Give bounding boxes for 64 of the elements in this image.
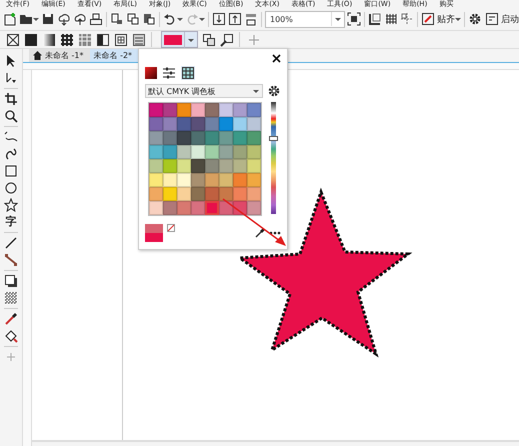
print-icon[interactable] xyxy=(89,12,103,26)
crop-tool-icon[interactable] xyxy=(4,92,18,106)
grid-icon[interactable] xyxy=(384,12,398,26)
save-icon[interactable] xyxy=(41,12,55,26)
fill-color-picker[interactable] xyxy=(161,31,198,48)
document-tab[interactable]: 未命名 -2* xyxy=(90,49,138,62)
sliders-icon[interactable] xyxy=(163,67,175,79)
copy-icon[interactable] xyxy=(110,12,124,26)
undo-icon[interactable] xyxy=(163,12,177,26)
shape-tool-icon[interactable] xyxy=(4,71,18,85)
home-icon xyxy=(33,51,42,60)
copy-fill-icon[interactable] xyxy=(202,32,216,46)
uniform-fill-icon[interactable] xyxy=(24,32,38,46)
rectangle-tool-icon[interactable] xyxy=(4,164,18,178)
snap-icon[interactable] xyxy=(421,12,435,26)
zoom-tool-icon[interactable] xyxy=(4,109,18,123)
snap-label[interactable]: 贴齐 xyxy=(437,12,455,26)
two-color-fill-icon[interactable] xyxy=(96,32,110,46)
folder-icon[interactable] xyxy=(19,12,33,26)
gradient-fill-icon[interactable] xyxy=(42,32,56,46)
transparency-tool-icon[interactable] xyxy=(4,291,18,305)
paste-icon[interactable] xyxy=(142,12,156,26)
close-icon[interactable] xyxy=(272,54,281,63)
eyedropper-tool-icon[interactable] xyxy=(4,312,18,326)
document-tab[interactable]: 未命名 -1* xyxy=(29,49,90,62)
color-swatch[interactable] xyxy=(205,201,219,215)
cloud-upload-icon[interactable] xyxy=(73,12,87,26)
new-document-icon[interactable] xyxy=(3,12,17,26)
window-icon xyxy=(486,13,498,25)
postscript-fill-icon[interactable] xyxy=(132,32,146,46)
more-icon[interactable] xyxy=(269,231,281,235)
line-tool-icon[interactable] xyxy=(4,236,18,250)
color-viewer-icon[interactable] xyxy=(145,67,157,79)
fill-tool-icon[interactable] xyxy=(4,329,18,343)
no-color-icon[interactable] xyxy=(167,224,175,232)
launch-button[interactable]: 启动 xyxy=(484,12,519,26)
palette-scrollbar[interactable] xyxy=(271,102,276,214)
full-screen-icon[interactable] xyxy=(347,12,361,26)
caret-icon[interactable] xyxy=(331,12,344,26)
pattern-fill-icon[interactable] xyxy=(60,32,74,46)
add-icon[interactable] xyxy=(249,34,259,44)
import-icon[interactable] xyxy=(212,12,226,26)
connector-tool-icon[interactable] xyxy=(4,253,18,267)
export-icon[interactable] xyxy=(228,12,242,26)
star-tool-icon[interactable] xyxy=(4,198,18,212)
texture-fill-icon[interactable] xyxy=(114,32,128,46)
ruler-icon[interactable] xyxy=(368,12,382,26)
drop-shadow-tool-icon[interactable] xyxy=(4,274,18,288)
ellipse-tool-icon[interactable] xyxy=(4,181,18,195)
text-tool-icon[interactable]: 字 xyxy=(6,215,16,229)
cloud-download-icon[interactable] xyxy=(57,12,71,26)
no-fill-icon[interactable] xyxy=(6,32,20,46)
palette-dropdown[interactable]: 默认 CMYK 调色板 xyxy=(145,84,263,98)
eyedropper-icon[interactable] xyxy=(255,228,265,238)
settings-icon[interactable] xyxy=(468,12,482,26)
copy-icon[interactable] xyxy=(126,12,140,26)
annotation-arrow xyxy=(222,198,288,248)
caret-icon xyxy=(252,87,260,95)
curve-tool-icon[interactable] xyxy=(4,147,18,161)
settings-icon[interactable] xyxy=(267,84,281,98)
add-tool-icon[interactable] xyxy=(4,350,18,364)
guidelines-icon[interactable] xyxy=(400,12,414,26)
zoom-field[interactable]: 100% xyxy=(265,10,345,28)
freehand-tool-icon[interactable] xyxy=(4,130,18,144)
